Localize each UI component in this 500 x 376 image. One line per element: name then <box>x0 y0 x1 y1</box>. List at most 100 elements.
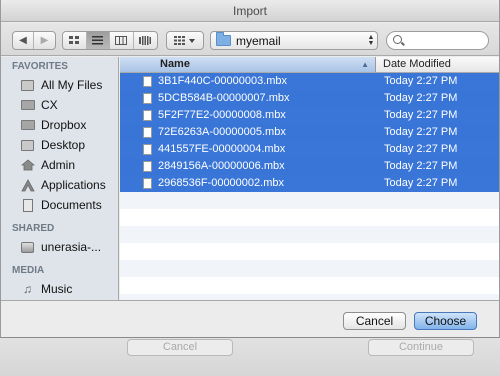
icon-view-button[interactable] <box>63 32 87 49</box>
empty-row <box>120 226 499 243</box>
sidebar-item-label: CX <box>41 98 58 112</box>
sidebar-item-desktop[interactable]: Desktop <box>1 135 118 155</box>
location-label: myemail <box>236 33 281 48</box>
sidebar-item-label: Desktop <box>41 138 86 152</box>
file-date: Today 2:27 PM <box>384 75 458 87</box>
sidebar-item-label: Applications <box>41 178 106 192</box>
document-icon <box>143 160 152 172</box>
sidebar-item-label: All My Files <box>41 78 103 92</box>
background-cancel-button: Cancel <box>127 339 233 356</box>
list-icon <box>92 36 104 45</box>
arrange-icon <box>167 32 203 49</box>
file-list: Name ▲ Date Modified 3B1F440C-00000003.m… <box>120 57 499 300</box>
sidebar-item-label: Documents <box>41 198 102 212</box>
sidebar-header-shared: SHARED <box>12 223 55 234</box>
search-input[interactable] <box>405 34 485 47</box>
file-name: 5DCB584B-00000007.mbx <box>158 92 290 104</box>
coverflow-icon <box>139 36 152 45</box>
desktop-icon <box>20 139 35 152</box>
column-header-date-modified[interactable]: Date Modified <box>376 57 451 72</box>
back-forward-control: ◀ ▶ <box>12 31 56 50</box>
sidebar-item-documents[interactable]: Documents <box>1 195 118 215</box>
file-name: 2849156A-00000006.mbx <box>158 160 285 172</box>
file-row[interactable]: 3B1F440C-00000003.mbx Today 2:27 PM <box>120 73 499 90</box>
file-name: 441557FE-00000004.mbx <box>158 143 286 155</box>
file-rows: 3B1F440C-00000003.mbx Today 2:27 PM 5DCB… <box>120 73 499 300</box>
file-row[interactable]: 2968536F-00000002.mbx Today 2:27 PM <box>120 175 499 192</box>
back-arrow-icon[interactable]: ◀ <box>13 32 34 49</box>
document-icon <box>143 177 152 189</box>
import-dialog: Import ◀ ▶ myemail ▲ ▼ FAVORITES All My … <box>0 0 500 338</box>
sidebar-item-shared-computer[interactable]: unerasia-... <box>1 237 118 257</box>
dialog-button-bar: Cancel Choose <box>1 300 499 337</box>
document-icon <box>143 75 152 87</box>
sidebar-item-label: Dropbox <box>41 118 87 132</box>
dropbox-folder-icon <box>20 119 35 132</box>
sidebar-item-all-my-files[interactable]: All My Files <box>1 75 118 95</box>
column-header-name-label: Name <box>160 58 190 70</box>
music-icon: ♫ <box>23 282 32 296</box>
file-date: Today 2:27 PM <box>384 126 458 138</box>
folder-icon <box>20 99 35 112</box>
document-icon <box>143 109 152 121</box>
computer-icon <box>20 241 35 254</box>
sidebar-item-dropbox[interactable]: Dropbox <box>1 115 118 135</box>
documents-icon <box>20 198 35 212</box>
coverflow-view-button[interactable] <box>134 32 157 49</box>
view-mode-control <box>62 31 158 50</box>
column-header-name[interactable]: Name ▲ <box>120 57 376 72</box>
sidebar: FAVORITES All My Files CX Dropbox Deskto… <box>1 57 119 300</box>
document-icon <box>143 126 152 138</box>
empty-row <box>120 209 499 226</box>
document-icon <box>143 92 152 104</box>
file-name: 5F2F77E2-00000008.mbx <box>158 109 286 121</box>
file-name: 2968536F-00000002.mbx <box>158 177 284 189</box>
file-date: Today 2:27 PM <box>384 92 458 104</box>
file-date: Today 2:27 PM <box>384 177 458 189</box>
columns-icon <box>115 36 128 45</box>
applications-icon <box>20 178 35 192</box>
list-view-button[interactable] <box>86 32 110 49</box>
forward-arrow-icon[interactable]: ▶ <box>34 32 55 49</box>
sidebar-header-media: MEDIA <box>12 265 45 276</box>
empty-row <box>120 277 499 294</box>
background-continue-button: Continue <box>368 339 474 356</box>
column-header-row: Name ▲ Date Modified <box>120 57 499 73</box>
file-row[interactable]: 5F2F77E2-00000008.mbx Today 2:27 PM <box>120 107 499 124</box>
search-field[interactable] <box>386 31 489 50</box>
file-date: Today 2:27 PM <box>384 160 458 172</box>
sidebar-item-label: unerasia-... <box>41 240 102 254</box>
empty-row <box>120 192 499 209</box>
file-row[interactable]: 5DCB584B-00000007.mbx Today 2:27 PM <box>120 90 499 107</box>
empty-row <box>120 243 499 260</box>
folder-icon <box>216 32 231 46</box>
file-name: 3B1F440C-00000003.mbx <box>158 75 288 87</box>
sort-ascending-icon: ▲ <box>361 60 369 69</box>
column-view-button[interactable] <box>110 32 134 49</box>
empty-row <box>120 260 499 277</box>
file-date: Today 2:27 PM <box>384 109 458 121</box>
file-row[interactable]: 2849156A-00000006.mbx Today 2:27 PM <box>120 158 499 175</box>
sidebar-item-label: Music <box>41 282 73 296</box>
document-icon <box>143 143 152 155</box>
window-title: Import <box>1 0 499 22</box>
sidebar-item-label: Admin <box>41 158 76 172</box>
all-files-icon <box>20 79 35 92</box>
sidebar-item-admin[interactable]: Admin <box>1 155 118 175</box>
choose-button[interactable]: Choose <box>414 312 477 330</box>
toolbar: ◀ ▶ myemail ▲ ▼ <box>1 23 499 56</box>
cancel-button[interactable]: Cancel <box>343 312 406 330</box>
arrange-menu-button[interactable] <box>166 31 204 50</box>
file-date: Today 2:27 PM <box>384 143 458 155</box>
sidebar-item-cx[interactable]: CX <box>1 95 118 115</box>
search-icon <box>393 35 402 44</box>
sidebar-item-applications[interactable]: Applications <box>1 175 118 195</box>
location-popup[interactable]: myemail ▲ ▼ <box>210 31 378 50</box>
home-icon <box>20 159 35 172</box>
grid-icon <box>68 36 79 44</box>
file-row[interactable]: 72E6263A-00000005.mbx Today 2:27 PM <box>120 124 499 141</box>
chevron-updown-icon: ▲ ▼ <box>367 33 375 47</box>
sidebar-item-music[interactable]: ♫ Music <box>1 279 118 299</box>
file-row[interactable]: 441557FE-00000004.mbx Today 2:27 PM <box>120 141 499 158</box>
file-name: 72E6263A-00000005.mbx <box>158 126 286 138</box>
